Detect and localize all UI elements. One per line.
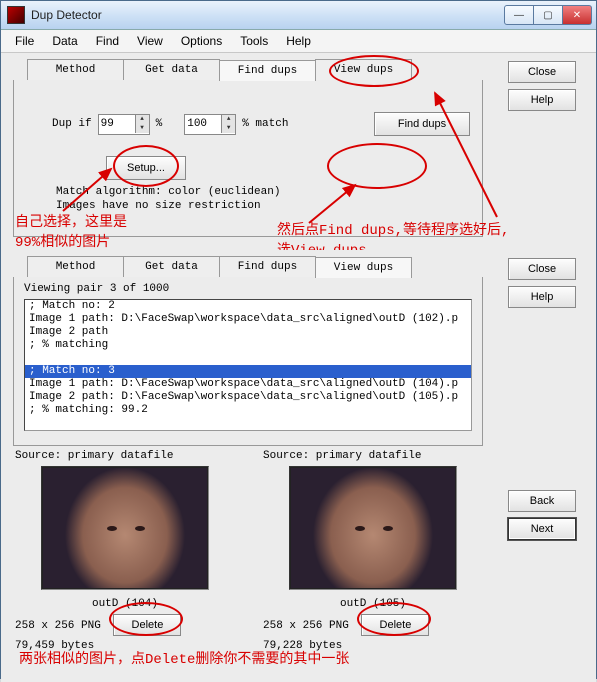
- up-arrow-icon[interactable]: ▲: [135, 115, 149, 124]
- bytes-right: 79,228 bytes: [263, 640, 483, 652]
- tab-finddups[interactable]: Find dups: [219, 60, 316, 81]
- menu-view[interactable]: View: [129, 32, 171, 50]
- match-input[interactable]: [185, 116, 221, 133]
- help-button-2[interactable]: Help: [508, 286, 576, 308]
- dupif-label: Dup if: [52, 118, 92, 130]
- next-button[interactable]: Next: [508, 518, 576, 540]
- minimize-button[interactable]: —: [504, 5, 534, 25]
- menu-file[interactable]: File: [7, 32, 42, 50]
- tab-viewdups-2[interactable]: View dups: [315, 257, 412, 278]
- size-text: Images have no size restriction: [56, 200, 470, 212]
- app-icon: [7, 6, 25, 24]
- match-listbox[interactable]: ; Match no: 2Image 1 path: D:\FaceSwap\w…: [24, 299, 472, 431]
- image-preview-right: [289, 466, 457, 590]
- list-line[interactable]: ; % matching: 99.2: [25, 404, 471, 417]
- tab-method[interactable]: Method: [27, 59, 124, 80]
- match-spinner[interactable]: ▲▼: [184, 114, 236, 135]
- list-line[interactable]: ; % matching: [25, 339, 471, 352]
- tab-finddups-2[interactable]: Find dups: [219, 256, 316, 277]
- tab-viewdups[interactable]: View dups: [315, 59, 412, 80]
- bytes-left: 79,459 bytes: [15, 640, 235, 652]
- menu-help[interactable]: Help: [278, 32, 319, 50]
- window-title: Dup Detector: [31, 8, 504, 22]
- list-line[interactable]: ; Match no: 2: [25, 300, 471, 313]
- list-line[interactable]: [25, 352, 471, 365]
- close-window-button[interactable]: ✕: [563, 5, 592, 25]
- menu-data[interactable]: Data: [44, 32, 85, 50]
- dupif-input[interactable]: [99, 116, 135, 133]
- percent-label: %: [156, 118, 163, 130]
- viewing-label: Viewing pair 3 of 1000: [24, 283, 472, 295]
- tab-method-2[interactable]: Method: [27, 256, 124, 277]
- delete-button-left[interactable]: Delete: [113, 614, 181, 636]
- maximize-button[interactable]: ▢: [534, 5, 563, 25]
- dimensions-left: 258 x 256 PNG: [15, 620, 101, 632]
- list-line[interactable]: Image 2 path: D:\FaceSwap\workspace\data…: [25, 391, 471, 404]
- up-arrow-icon[interactable]: ▲: [221, 115, 235, 124]
- menu-tools[interactable]: Tools: [232, 32, 276, 50]
- find-dups-button[interactable]: Find dups: [374, 112, 470, 136]
- tab-getdata[interactable]: Get data: [123, 59, 220, 80]
- filename-right: outD (105): [340, 598, 406, 610]
- help-button[interactable]: Help: [508, 89, 576, 111]
- delete-button-right[interactable]: Delete: [361, 614, 429, 636]
- down-arrow-icon[interactable]: ▼: [135, 124, 149, 133]
- menu-find[interactable]: Find: [88, 32, 127, 50]
- list-line[interactable]: Image 2 path: [25, 326, 471, 339]
- source-label-right: Source: primary datafile: [263, 450, 483, 462]
- list-line[interactable]: ; Match no: 3: [25, 365, 471, 378]
- list-line[interactable]: Image 1 path: D:\FaceSwap\workspace\data…: [25, 313, 471, 326]
- list-line[interactable]: [25, 417, 471, 430]
- close-button[interactable]: Close: [508, 61, 576, 83]
- match-label: % match: [242, 118, 288, 130]
- filename-left: outD (104): [92, 598, 158, 610]
- dupif-spinner[interactable]: ▲▼: [98, 114, 150, 135]
- dimensions-right: 258 x 256 PNG: [263, 620, 349, 632]
- list-line[interactable]: ; Match no: 4: [25, 430, 471, 431]
- down-arrow-icon[interactable]: ▼: [221, 124, 235, 133]
- menu-options[interactable]: Options: [173, 32, 230, 50]
- algorithm-text: Match algorithm: color (euclidean): [56, 186, 470, 198]
- list-line[interactable]: Image 1 path: D:\FaceSwap\workspace\data…: [25, 378, 471, 391]
- source-label-left: Source: primary datafile: [15, 450, 235, 462]
- setup-button[interactable]: Setup...: [106, 156, 186, 180]
- close-button-2[interactable]: Close: [508, 258, 576, 280]
- tab-getdata-2[interactable]: Get data: [123, 256, 220, 277]
- image-preview-left: [41, 466, 209, 590]
- back-button[interactable]: Back: [508, 490, 576, 512]
